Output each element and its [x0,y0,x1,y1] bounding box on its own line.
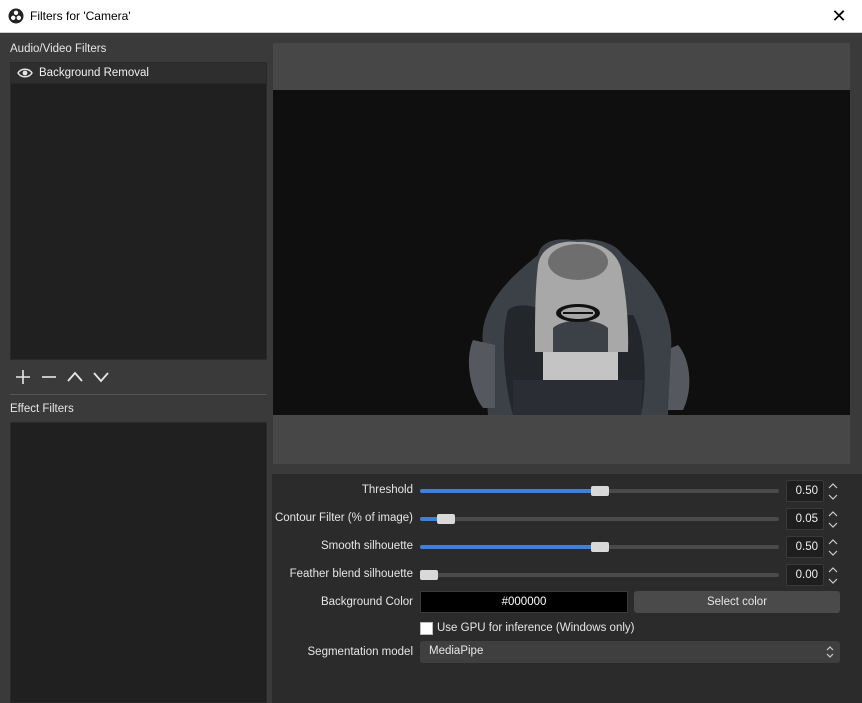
segmentation-row: Segmentation model MediaPipe [272,641,862,665]
window-title: Filters for 'Camera' [30,9,131,23]
smooth-stepper[interactable] [826,536,840,558]
contour-row: Contour Filter (% of image) 0.05 [272,507,862,531]
contour-slider[interactable] [420,514,779,524]
threshold-row: Threshold 0.50 [272,479,862,503]
slider-handle[interactable] [590,542,609,552]
threshold-label: Threshold [361,484,413,496]
threshold-slider[interactable] [420,486,779,496]
av-filters-list[interactable]: Background Removal [10,62,267,360]
section-divider [10,394,267,395]
smooth-slider[interactable] [420,542,779,552]
stepper-down-icon[interactable] [826,491,840,502]
feather-row: Feather blend silhouette 0.00 [272,563,862,587]
slider-handle[interactable] [437,514,456,524]
contour-label: Contour Filter (% of image) [274,512,413,524]
stepper-down-icon[interactable] [826,519,840,530]
updown-arrows-icon [826,646,834,658]
select-color-button[interactable]: Select color [634,591,840,613]
color-swatch: #000000 [420,591,628,613]
add-filter-button[interactable] [10,366,36,388]
move-down-button[interactable] [88,366,114,388]
close-icon: ✕ [831,6,847,26]
remove-filter-button[interactable] [36,366,62,388]
filter-toolbar [10,366,267,388]
camera-preview [273,90,850,415]
gpu-checkbox[interactable] [420,622,433,635]
contour-stepper[interactable] [826,508,840,530]
title-bar: Filters for 'Camera' ✕ [0,0,862,33]
threshold-value[interactable]: 0.50 [786,480,824,502]
gpu-label[interactable]: Use GPU for inference (Windows only) [437,622,634,634]
minus-icon [42,376,56,378]
bg-color-row: Background Color #000000 Select color [272,591,862,615]
close-button[interactable]: ✕ [816,0,862,33]
feather-stepper[interactable] [826,564,840,586]
segmentation-select[interactable]: MediaPipe [420,641,840,663]
stepper-up-icon[interactable] [826,480,840,491]
chevron-down-icon [93,372,109,383]
smooth-row: Smooth silhouette 0.50 [272,535,862,559]
stepper-up-icon[interactable] [826,536,840,547]
stepper-up-icon[interactable] [826,508,840,519]
feather-label: Feather blend silhouette [289,568,413,580]
stepper-down-icon[interactable] [826,547,840,558]
stepper-up-icon[interactable] [826,564,840,575]
chevron-up-icon [67,371,83,382]
smooth-label: Smooth silhouette [320,540,413,552]
feather-value[interactable]: 0.00 [786,564,824,586]
segmentation-label: Segmentation model [307,646,413,658]
gpu-row: Use GPU for inference (Windows only) [272,617,862,641]
smooth-value[interactable]: 0.50 [786,536,824,558]
effect-filters-label: Effect Filters [10,403,74,415]
effect-filters-list[interactable] [10,422,267,703]
slider-handle[interactable] [420,570,438,580]
feather-slider[interactable] [420,570,779,580]
list-item[interactable]: Background Removal [11,63,266,84]
filter-properties: Threshold 0.50 Contour Filter (% of imag… [272,474,862,703]
obs-logo-icon [8,8,24,24]
threshold-stepper[interactable] [826,480,840,502]
av-filters-label: Audio/Video Filters [10,43,107,55]
filter-name: Background Removal [39,67,149,79]
slider-fill [420,545,600,549]
move-up-button[interactable] [62,366,88,388]
stepper-down-icon[interactable] [826,575,840,586]
plus-icon [16,370,30,384]
bg-color-label: Background Color [320,596,413,608]
gaming-chair-image [468,239,690,415]
segmentation-value: MediaPipe [429,645,484,657]
contour-value[interactable]: 0.05 [786,508,824,530]
preview-area [273,43,850,464]
slider-fill [420,489,600,493]
eye-icon[interactable] [17,67,33,79]
filters-sidebar: Audio/Video Filters Background Removal E… [0,33,272,703]
slider-handle[interactable] [590,486,609,496]
